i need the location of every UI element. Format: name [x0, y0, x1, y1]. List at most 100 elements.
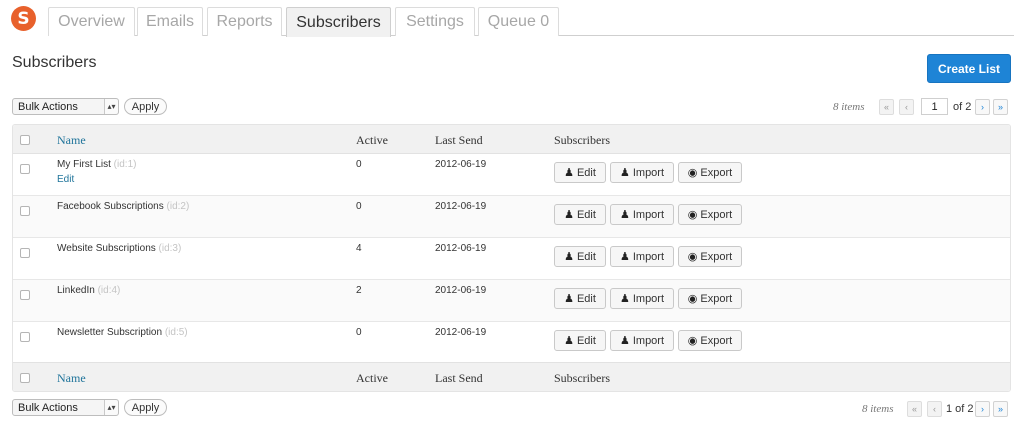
export-subscribers-button[interactable]: ◉ Export [678, 246, 742, 267]
last-page-button-bottom[interactable]: » [993, 401, 1008, 417]
list-name[interactable]: Website Subscriptions (id:3) [57, 243, 181, 254]
select-all-checkbox-footer[interactable] [20, 373, 30, 383]
list-id: (id:4) [97, 285, 121, 296]
user-icon: ♟ [564, 335, 574, 347]
export-subscribers-button[interactable]: ◉ Export [678, 162, 742, 183]
row-checkbox[interactable] [20, 248, 30, 258]
export-subscribers-button[interactable]: ◉ Export [678, 204, 742, 225]
export-icon: ◉ [687, 167, 698, 179]
user-icon: ♟ [564, 167, 574, 179]
row-checkbox[interactable] [20, 206, 30, 216]
export-label: Export [700, 250, 733, 263]
prev-page-button-bottom[interactable]: ‹ [927, 401, 942, 417]
export-label: Export [700, 208, 733, 221]
column-last-send-header: Last Send [435, 133, 483, 147]
export-subscribers-button[interactable]: ◉ Export [678, 288, 742, 309]
user-icon: ♟ [619, 167, 630, 179]
last-send-date: 2012-06-19 [435, 243, 487, 254]
import-label: Import [632, 292, 665, 305]
total-pages-label: of 2 [953, 101, 972, 113]
import-subscribers-button[interactable]: ♟ Import [610, 162, 674, 183]
user-icon: ♟ [564, 293, 574, 305]
table-footer: Name Active Last Send Subscribers [13, 362, 1010, 391]
edit-subscribers-button[interactable]: ♟ Edit [554, 288, 606, 309]
apply-button-bottom[interactable]: Apply [124, 399, 167, 416]
edit-label: Edit [576, 250, 596, 263]
subscribers-table: Name Active Last Send Subscribers My Fir… [12, 124, 1011, 392]
create-list-button[interactable]: Create List [927, 54, 1011, 83]
column-last-send-footer: Last Send [435, 371, 483, 385]
row-edit-link[interactable]: Edit [57, 174, 74, 185]
row-checkbox[interactable] [20, 290, 30, 300]
next-page-button[interactable]: › [975, 99, 990, 115]
import-subscribers-button[interactable]: ♟ Import [610, 246, 674, 267]
select-arrows-icon: ▴▾ [104, 400, 118, 415]
prev-page-button[interactable]: ‹ [899, 99, 914, 115]
active-count: 0 [356, 327, 362, 338]
export-label: Export [700, 334, 733, 347]
import-subscribers-button[interactable]: ♟ Import [610, 204, 674, 225]
last-send-date: 2012-06-19 [435, 159, 487, 170]
list-name[interactable]: Newsletter Subscription (id:5) [57, 327, 188, 338]
row-checkbox[interactable] [20, 332, 30, 342]
table-header: Name Active Last Send Subscribers [13, 125, 1010, 154]
user-icon: ♟ [564, 209, 574, 221]
row-checkbox[interactable] [20, 164, 30, 174]
list-name-text: Website Subscriptions [57, 243, 156, 254]
tab-overview[interactable]: Overview [48, 7, 135, 36]
edit-label: Edit [576, 292, 596, 305]
logo-icon[interactable]: S [11, 6, 36, 31]
tab-subscribers[interactable]: Subscribers [286, 7, 391, 37]
tab-emails[interactable]: Emails [137, 7, 203, 36]
tab-bar: S Overview Emails Reports Subscribers Se… [0, 0, 1024, 37]
last-send-date: 2012-06-19 [435, 285, 487, 296]
export-icon: ◉ [687, 335, 698, 347]
import-label: Import [632, 208, 665, 221]
items-count-bottom: 8 items [862, 403, 894, 415]
import-subscribers-button[interactable]: ♟ Import [610, 330, 674, 351]
tab-settings[interactable]: Settings [395, 7, 475, 36]
bulk-actions-value-bottom: Bulk Actions [18, 401, 78, 414]
list-name[interactable]: Facebook Subscriptions (id:2) [57, 201, 189, 212]
edit-subscribers-button[interactable]: ♟ Edit [554, 204, 606, 225]
page-number-input[interactable]: 1 [921, 98, 948, 115]
edit-subscribers-button[interactable]: ♟ Edit [554, 162, 606, 183]
active-count: 4 [356, 243, 362, 254]
bulk-actions-select-bottom[interactable]: Bulk Actions ▴▾ [12, 399, 119, 416]
table-row: LinkedIn (id:4) 2 2012-06-19 ♟ Edit ♟ Import ◉ E… [13, 280, 1010, 322]
export-icon: ◉ [687, 251, 698, 263]
edit-label: Edit [576, 166, 596, 179]
import-subscribers-button[interactable]: ♟ Import [610, 288, 674, 309]
user-icon: ♟ [619, 293, 630, 305]
first-page-button-bottom[interactable]: « [907, 401, 922, 417]
apply-button[interactable]: Apply [124, 98, 167, 115]
select-all-checkbox[interactable] [20, 135, 30, 145]
last-send-date: 2012-06-19 [435, 327, 487, 338]
list-id: (id:5) [164, 327, 188, 338]
table-row: Facebook Subscriptions (id:2) 0 2012-06-19… [13, 196, 1010, 238]
items-count: 8 items [833, 101, 865, 113]
user-icon: ♟ [619, 209, 630, 221]
export-subscribers-button[interactable]: ◉ Export [678, 330, 742, 351]
tab-reports[interactable]: Reports [207, 7, 282, 36]
bulk-actions-select[interactable]: Bulk Actions ▴▾ [12, 98, 119, 115]
active-count: 2 [356, 285, 362, 296]
next-page-button-bottom[interactable]: › [975, 401, 990, 417]
tab-queue[interactable]: Queue 0 [478, 7, 559, 36]
list-name[interactable]: My First List (id:1) [57, 159, 136, 170]
export-label: Export [700, 292, 733, 305]
last-page-button[interactable]: » [993, 99, 1008, 115]
table-row: My First List (id:1) Edit 0 2012-06-19 ♟ Edit… [13, 154, 1010, 196]
active-count: 0 [356, 159, 362, 170]
export-label: Export [700, 166, 733, 179]
column-name-header[interactable]: Name [57, 133, 86, 148]
list-name[interactable]: LinkedIn (id:4) [57, 285, 120, 296]
edit-subscribers-button[interactable]: ♟ Edit [554, 246, 606, 267]
export-icon: ◉ [687, 209, 698, 221]
import-label: Import [632, 166, 665, 179]
select-arrows-icon: ▴▾ [104, 99, 118, 114]
column-name-footer[interactable]: Name [57, 371, 86, 386]
first-page-button[interactable]: « [879, 99, 894, 115]
edit-subscribers-button[interactable]: ♟ Edit [554, 330, 606, 351]
list-name-text: My First List [57, 159, 111, 170]
